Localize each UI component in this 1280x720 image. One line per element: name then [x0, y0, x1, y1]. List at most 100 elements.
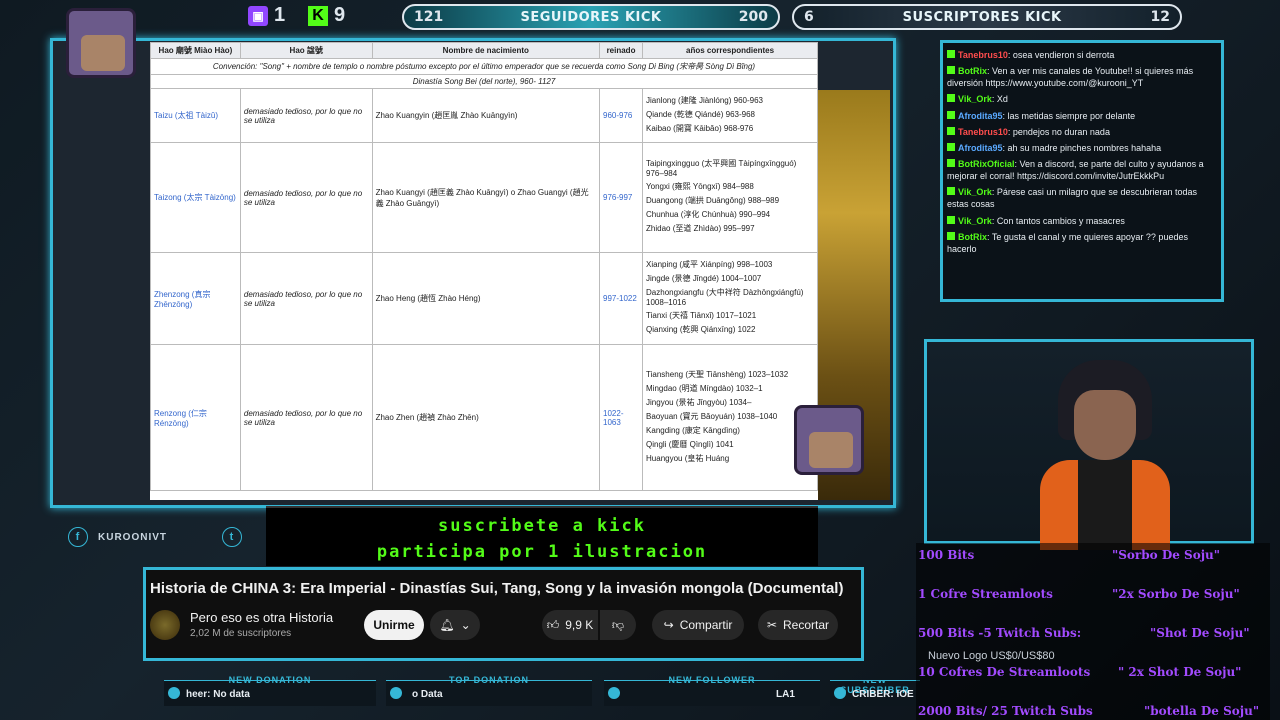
twitch-count: 1: [274, 4, 286, 26]
twitter-icon: t: [222, 527, 242, 547]
reward-tier: 1 Cofre Streamloots: [918, 587, 1053, 601]
chat-username[interactable]: Afrodita95: [958, 111, 1003, 121]
birth-name: Zhao Kuangyin (趙匡胤 Zhào Kuāngyìn): [371, 88, 601, 143]
kick-count: 9: [334, 4, 346, 26]
posthumous-name: demasiado tedioso, por lo que no se util…: [239, 252, 373, 345]
reward-prize: "Shot De Soju": [1150, 626, 1250, 640]
alert-value: o Data: [412, 689, 443, 700]
era-item: Baoyuan (寶元 Bǎoyuán) 1038–1040: [646, 411, 778, 421]
wiki-document: Hao 廟號 Miào Hào) Hao 諡號 Nombre de nacimi…: [150, 42, 818, 500]
alert-label: NEW DONATION: [228, 675, 312, 685]
chat-username[interactable]: Vik_Ork: [958, 94, 992, 104]
era-list: Taipingxingguo (太平興國 Tàipíngxīngguó) 976…: [642, 142, 818, 253]
banner-line-2: participa por 1 ilustracion: [376, 542, 708, 562]
reward-prize: "2x Sorbo De Soju": [1112, 587, 1240, 601]
col-birth: Nombre de nacimiento: [371, 42, 601, 59]
chat-username[interactable]: Afrodita95: [958, 143, 1003, 153]
alert-value: LA1: [776, 689, 795, 700]
reward-prize: "Sorbo De Soju": [1112, 548, 1221, 562]
birth-name: Zhao Heng (趙恆 Zhào Héng): [371, 252, 601, 345]
reign-link[interactable]: 997-1022: [599, 252, 644, 345]
col-posthumous: Hao 諡號: [239, 42, 373, 59]
reign-link[interactable]: 976-997: [599, 142, 644, 253]
nuevo-logo-goal: Nuevo Logo US$0/US$80: [928, 650, 1055, 662]
era-item: Qianxing (乾興 Qiánxīng) 1022: [646, 325, 756, 334]
chat-username[interactable]: BotRix: [958, 66, 987, 76]
era-item: Tiansheng (天聖 Tiānshèng) 1023–1032: [646, 369, 789, 379]
reign-link[interactable]: 960-976: [599, 88, 644, 143]
era-item: Jingde (景德 Jǐngdé) 1004–1007: [646, 274, 762, 283]
temple-name-link[interactable]: Zhenzong (真宗 Zhēnzōng): [150, 252, 241, 345]
channel-name[interactable]: Pero eso es otra Historia: [190, 610, 333, 625]
subscribers-goal: 12: [1150, 9, 1170, 25]
subscriber-count: 2,02 M de suscriptores: [190, 628, 292, 639]
donation-icon: [168, 687, 180, 699]
table-row: Renzong (仁宗 Rénzōng) demasiado tedioso, …: [150, 344, 818, 491]
table-header-row: Hao 廟號 Miào Hào) Hao 諡號 Nombre de nacimi…: [150, 42, 818, 59]
chat-username[interactable]: Vik_Ork: [958, 187, 992, 197]
kick-promo-banner: suscribete a kick participa por 1 ilustr…: [266, 506, 818, 566]
kick-badge-icon: [947, 66, 955, 75]
temple-name-link[interactable]: Renzong (仁宗 Rénzōng): [150, 344, 241, 491]
followers-label: SEGUIDORES KICK: [520, 9, 662, 25]
subscribers-label: SUSCRIPTORES KICK: [902, 9, 1062, 25]
reign-link[interactable]: 1022-1063: [599, 344, 644, 491]
temple-name-link[interactable]: Taizu (太祖 Tàizǔ): [150, 88, 241, 143]
social-facebook: f KUROONIVT: [68, 527, 167, 547]
crown-icon: [834, 687, 846, 699]
mascot-sprite-center: [794, 405, 864, 475]
facebook-handle: KUROONIVT: [98, 531, 167, 543]
share-icon: ↪: [663, 618, 674, 632]
chat-username[interactable]: BotRix: [958, 232, 987, 242]
era-item: Qiande (乾德 Qiándé) 963-968: [646, 109, 755, 119]
chat-message: Vik_Ork: Con tantos cambios y masacres: [947, 215, 1217, 227]
dislike-button[interactable]: 👎︎: [600, 610, 636, 640]
reward-tier: 10 Cofres De Streamloots: [918, 665, 1091, 679]
mascot-sprite-topleft: [66, 8, 136, 78]
scissors-icon: ✂: [766, 618, 778, 632]
clip-button[interactable]: ✂ Recortar: [758, 610, 838, 640]
era-item: Yongxi (雍熙 Yōngxī) 984–988: [646, 182, 754, 191]
followers-goal: 200: [738, 9, 768, 25]
chat-username[interactable]: BotRixOficial: [958, 159, 1015, 169]
like-button[interactable]: 👍︎ 9,9 K: [542, 610, 598, 640]
thumbs-up-icon: 👍︎: [546, 617, 560, 632]
era-list: Tiansheng (天聖 Tiānshèng) 1023–1032 Mingd…: [642, 344, 818, 491]
notification-bell-button[interactable]: 🔔︎ ⌄: [430, 610, 480, 640]
chevron-down-icon: ⌄: [460, 618, 471, 632]
emperors-table: Hao 廟號 Miào Hào) Hao 諡號 Nombre de nacimi…: [150, 42, 818, 491]
chat-text: : ah su madre pinches nombres hahaha: [1002, 142, 1162, 153]
reward-prize: " 2x Shot De Soju": [1118, 665, 1242, 679]
col-eras: años correspondientes: [642, 42, 818, 59]
kick-badge-icon: [947, 126, 955, 135]
temple-name-link[interactable]: Taizong (太宗 Tàizōng): [150, 142, 241, 253]
kick-icon: K: [308, 5, 328, 26]
subscribers-goal-bar: 6 SUSCRIPTORES KICK 12: [792, 4, 1182, 30]
chat-username[interactable]: Tanebrus10: [958, 127, 1008, 137]
kick-badge-icon: [947, 231, 955, 240]
facebook-icon: f: [68, 527, 88, 547]
join-button[interactable]: Unirme: [364, 610, 424, 640]
table-row: Taizong (太宗 Tàizōng) demasiado tedioso, …: [150, 142, 818, 253]
era-item: Mingdao (明道 Míngdào) 1032–1: [646, 383, 763, 393]
era-list: Xianping (咸平 Xiánpíng) 998–1003 Jingde (…: [642, 252, 818, 345]
chat-message: Afrodita95: las metidas siempre por dela…: [947, 110, 1217, 122]
kick-badge-icon: [947, 142, 955, 151]
chat-username[interactable]: Vik_Ork: [958, 216, 992, 226]
table-row: Zhenzong (真宗 Zhēnzōng) demasiado tedioso…: [150, 252, 818, 345]
chat-username[interactable]: Tanebrus10: [958, 50, 1008, 60]
chat-message: Vik_Ork: Párese casi un milagro que se d…: [947, 186, 1217, 210]
alert-value: CRIBER: IOE: [852, 689, 914, 700]
era-item: Kaibao (開寶 Kāibǎo) 968-976: [646, 123, 754, 133]
alert-label: TOP DONATION: [448, 675, 529, 685]
alert-label: NEW FOLLOWER: [668, 675, 756, 685]
video-title: Historia de CHINA 3: Era Imperial - Dina…: [150, 580, 844, 597]
reward-tier: 500 Bits -5 Twitch Subs:: [918, 626, 1082, 640]
era-item: Dazhongxiangfu (大中祥符 Dàzhōngxiángfú) 100…: [646, 288, 804, 307]
bell-icon: 🔔︎: [439, 618, 455, 632]
channel-avatar[interactable]: [150, 610, 180, 640]
clip-label: Recortar: [783, 618, 830, 632]
era-item: Xianping (咸平 Xiánpíng) 998–1003: [646, 260, 773, 269]
era-item: Kangding (康定 Kāngdìng): [646, 425, 740, 435]
share-button[interactable]: ↪ Compartir: [652, 610, 744, 640]
